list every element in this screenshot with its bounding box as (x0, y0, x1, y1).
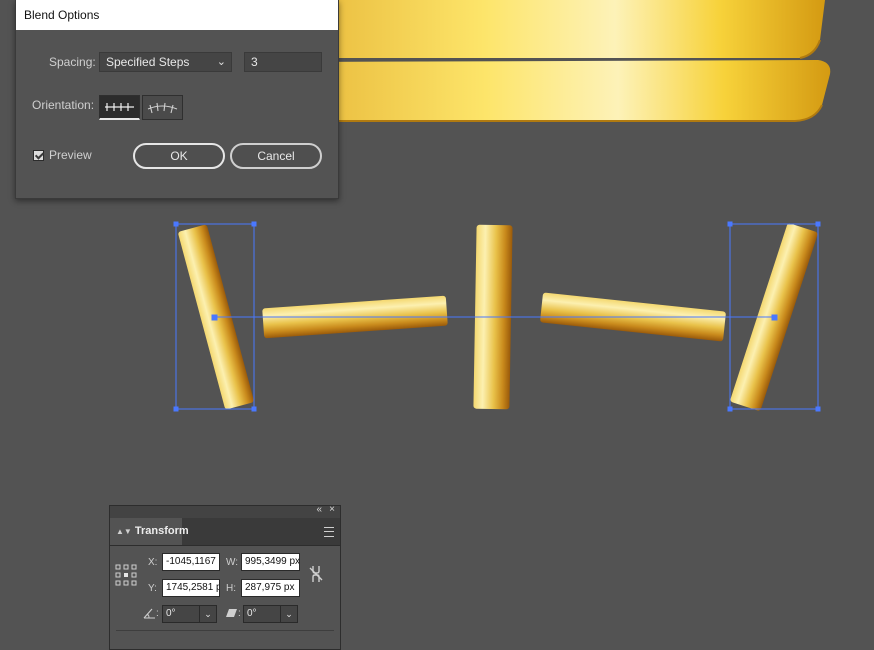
sort-arrows-icon: ▲▼ (116, 527, 132, 536)
shear-colon: : (238, 608, 241, 619)
tab-transform[interactable]: ▲▼ Transform (110, 518, 189, 545)
rotate-colon: : (156, 608, 159, 619)
reference-point-icon[interactable] (115, 564, 137, 586)
w-input[interactable]: 995,3499 px (241, 553, 300, 571)
panel-menu-icon[interactable] (324, 527, 334, 537)
align-to-page-icon[interactable] (99, 95, 140, 120)
align-to-path-icon[interactable] (142, 95, 183, 120)
cancel-button[interactable]: Cancel (230, 143, 322, 169)
steps-input[interactable]: 3 (244, 52, 322, 72)
rotate-dropdown-chevron-icon[interactable]: ⌄ (199, 605, 217, 623)
ok-button[interactable]: OK (133, 143, 225, 169)
rotate-angle-icon (143, 608, 155, 619)
panel-divider (116, 630, 334, 631)
h-input[interactable]: 287,975 px (241, 579, 300, 597)
close-icon[interactable]: × (329, 504, 335, 515)
shear-dropdown-chevron-icon[interactable]: ⌄ (280, 605, 298, 623)
x-input[interactable]: -1045,1167 (162, 553, 220, 571)
x-label: X: (148, 557, 158, 568)
spacing-label: Spacing: (49, 55, 96, 69)
panel-tab-bar: ▲▼ Transform (110, 518, 340, 546)
constrain-proportions-link-icon[interactable] (308, 564, 324, 584)
gold-bar-top[interactable] (300, 0, 825, 59)
spacing-select-value: Specified Steps (106, 55, 190, 69)
shear-input[interactable]: 0° (243, 605, 281, 623)
collapse-icon[interactable]: « (316, 504, 322, 515)
preview-checkbox[interactable] (33, 150, 44, 161)
preview-label: Preview (49, 148, 92, 162)
orientation-label: Orientation: (32, 98, 95, 112)
dialog-title: Blend Options (16, 0, 338, 30)
chevron-down-icon: ⌄ (216, 56, 226, 68)
transform-panel: « × ▲▼ Transform X: -1045,1167 W: 995,349… (109, 504, 341, 650)
h-label: H: (226, 583, 236, 594)
blend-options-dialog: Blend Options Spacing: Specified Steps ⌄… (15, 0, 339, 199)
shear-icon (226, 609, 237, 617)
w-label: W: (226, 557, 239, 568)
tab-transform-label: Transform (134, 525, 189, 537)
panel-header-bar: « × (110, 504, 340, 518)
y-input[interactable]: 1745,2581 p (162, 579, 220, 597)
spacing-select[interactable]: Specified Steps ⌄ (99, 52, 232, 72)
gold-bar-bottom[interactable] (300, 60, 831, 122)
y-label: Y: (148, 583, 157, 594)
rotate-input[interactable]: 0° (162, 605, 200, 623)
